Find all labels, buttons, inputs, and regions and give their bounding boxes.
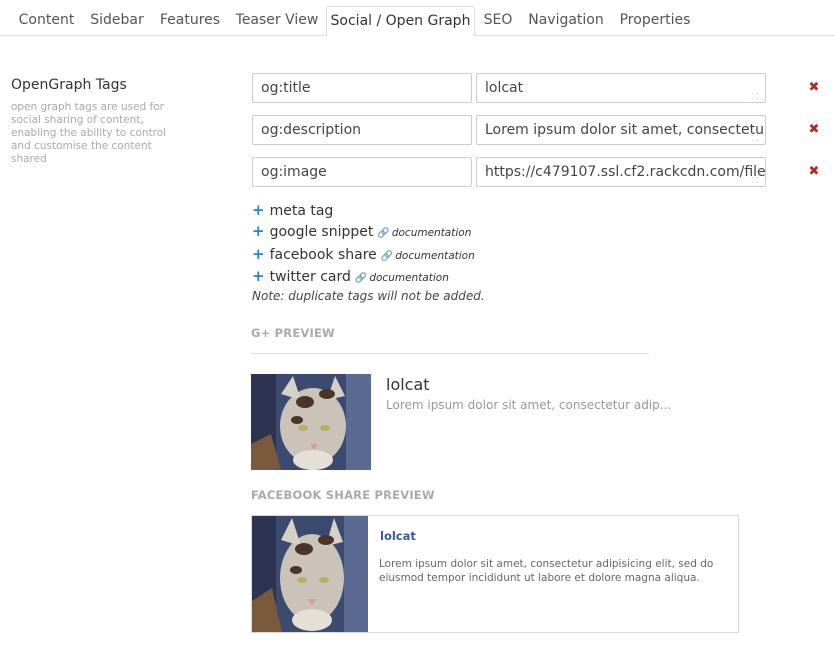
- duplicate-tags-note: Note: duplicate tags will not be added.: [252, 289, 485, 303]
- add-meta-tag-link[interactable]: + meta tag: [252, 201, 333, 219]
- tab-features[interactable]: Features: [152, 6, 228, 36]
- tag-value-text: https://c479107.ssl.cf2.rackcdn.com/file…: [485, 164, 766, 180]
- tab-seo[interactable]: SEO: [476, 6, 520, 36]
- gplus-preview-heading: G+ PREVIEW: [251, 326, 335, 340]
- tag-value-input-description[interactable]: Lorem ipsum dolor sit amet, consectetur …: [476, 115, 766, 145]
- add-facebook-share-label: facebook share: [269, 247, 377, 263]
- tag-key-input-title[interactable]: og:title: [252, 73, 472, 103]
- tab-bar: Content Sidebar Features Teaser View Soc…: [0, 0, 835, 37]
- tag-value-input-title[interactable]: lolcat . .. . .: [476, 73, 766, 103]
- tag-value-text: Lorem ipsum dolor sit amet, consectetur …: [485, 122, 766, 138]
- gplus-preview-title: lolcat: [386, 375, 430, 394]
- documentation-link[interactable]: documentation: [369, 272, 449, 284]
- resize-grip-icon[interactable]: . .. . .: [751, 130, 764, 143]
- documentation-link[interactable]: documentation: [395, 250, 475, 262]
- plus-icon: +: [252, 267, 265, 285]
- plus-icon: +: [252, 222, 265, 240]
- section-help-text: open graph tags are used for social shar…: [11, 101, 167, 165]
- tag-value-text: lolcat: [485, 80, 524, 96]
- tab-properties[interactable]: Properties: [612, 6, 698, 36]
- tab-navigation[interactable]: Navigation: [521, 6, 611, 36]
- add-facebook-share-link[interactable]: + facebook share 🔗 documentation: [252, 245, 475, 263]
- divider: [251, 353, 649, 354]
- remove-icon[interactable]: ✖: [807, 165, 821, 179]
- tab-content[interactable]: Content: [11, 6, 82, 36]
- gplus-preview-description: Lorem ipsum dolor sit amet, consectetur …: [386, 398, 672, 412]
- section-title: OpenGraph Tags: [11, 77, 127, 93]
- tag-key-input-image[interactable]: og:image: [252, 157, 472, 187]
- plus-icon: +: [252, 245, 265, 263]
- resize-grip-icon[interactable]: . .. . .: [751, 88, 764, 101]
- link-icon: 🔗: [380, 251, 394, 262]
- documentation-link[interactable]: documentation: [392, 227, 472, 239]
- add-meta-tag-label: meta tag: [269, 203, 334, 219]
- facebook-preview-title: lolcat: [380, 529, 416, 543]
- facebook-preview-description: Lorem ipsum dolor sit amet, consectetur …: [379, 558, 714, 584]
- plus-icon: +: [252, 201, 265, 219]
- gplus-preview-image: [251, 374, 371, 470]
- tag-key-input-description[interactable]: og:description: [252, 115, 472, 145]
- tab-social-open-graph[interactable]: Social / Open Graph: [326, 6, 475, 37]
- add-google-snippet-link[interactable]: + google snippet 🔗 documentation: [252, 222, 471, 240]
- add-twitter-card-link[interactable]: + twitter card 🔗 documentation: [252, 267, 449, 285]
- link-icon: 🔗: [377, 228, 390, 239]
- remove-icon[interactable]: ✖: [807, 123, 821, 137]
- add-twitter-card-label: twitter card: [269, 269, 351, 285]
- facebook-preview-heading: FACEBOOK SHARE PREVIEW: [251, 488, 435, 502]
- add-google-snippet-label: google snippet: [269, 224, 374, 240]
- remove-icon[interactable]: ✖: [807, 81, 821, 95]
- tag-value-input-image[interactable]: https://c479107.ssl.cf2.rackcdn.com/file…: [476, 157, 766, 187]
- tab-sidebar[interactable]: Sidebar: [83, 6, 151, 36]
- link-icon: 🔗: [354, 273, 368, 284]
- tab-teaser-view[interactable]: Teaser View: [229, 6, 325, 36]
- facebook-preview-image: [252, 516, 368, 632]
- resize-grip-icon[interactable]: . .. . .: [751, 172, 764, 185]
